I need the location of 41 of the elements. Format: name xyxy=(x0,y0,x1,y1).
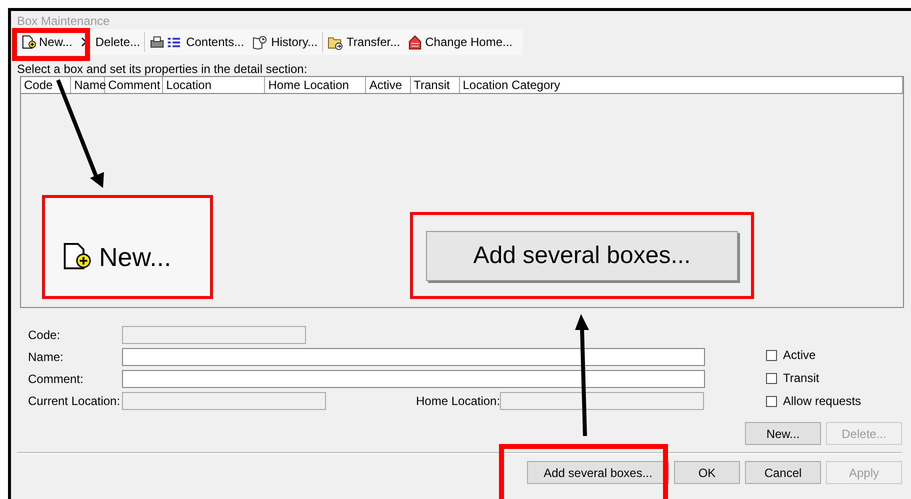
house-icon xyxy=(408,34,422,50)
checkbox-label: Allow requests xyxy=(783,394,862,408)
checkbox[interactable] xyxy=(766,372,777,384)
text-field[interactable] xyxy=(122,348,705,366)
checkbox[interactable] xyxy=(766,350,777,360)
text-field[interactable] xyxy=(122,370,705,388)
column-header[interactable]: Comment xyxy=(105,77,164,93)
dialog-button[interactable]: Cancel xyxy=(745,461,821,484)
column-header[interactable]: Location xyxy=(163,77,266,93)
column-header[interactable]: Transit xyxy=(410,77,460,93)
toolbar-button[interactable]: History... xyxy=(248,31,322,53)
column-header[interactable]: Active xyxy=(366,77,411,93)
column-header[interactable]: Name xyxy=(71,77,106,93)
checkbox[interactable] xyxy=(766,396,777,406)
column-header[interactable]: Location Category xyxy=(460,77,903,93)
field-label: Home Location: xyxy=(416,394,500,408)
field-label: Current Location: xyxy=(28,394,122,408)
detail-button[interactable]: New... xyxy=(745,422,821,445)
column-header[interactable]: Home Location xyxy=(265,77,366,93)
toolbar-button[interactable]: Contents... xyxy=(145,31,248,53)
dialog-button[interactable]: Add several boxes... xyxy=(527,461,669,484)
history-icon xyxy=(252,34,268,50)
field-label: Name: xyxy=(28,350,64,364)
window-title: Box Maintenance xyxy=(17,13,111,29)
enlarged-button[interactable]: Add several boxes... xyxy=(426,230,738,280)
toolbar-button[interactable]: Transfer... xyxy=(322,31,404,53)
checkbox-label: Transit xyxy=(783,371,820,385)
toolbar-button[interactable]: New... xyxy=(17,31,76,53)
field-label: Code: xyxy=(28,328,62,342)
folder-icon xyxy=(326,34,344,50)
callout-label: New... xyxy=(99,242,172,272)
column-header[interactable]: Code xyxy=(21,77,72,93)
toolbar-button[interactable]: Change Home... xyxy=(404,31,517,53)
new-document-icon xyxy=(21,34,36,50)
instruction-text: Select a box and set its properties in the detail section: xyxy=(17,61,308,78)
delete-icon xyxy=(80,36,92,48)
field-label: Comment: xyxy=(28,372,84,386)
toolbar-button[interactable]: Delete... xyxy=(76,31,144,53)
dialog-button[interactable]: OK xyxy=(674,461,740,484)
checkbox-label: Active xyxy=(783,348,816,362)
new-document-icon xyxy=(61,242,91,272)
